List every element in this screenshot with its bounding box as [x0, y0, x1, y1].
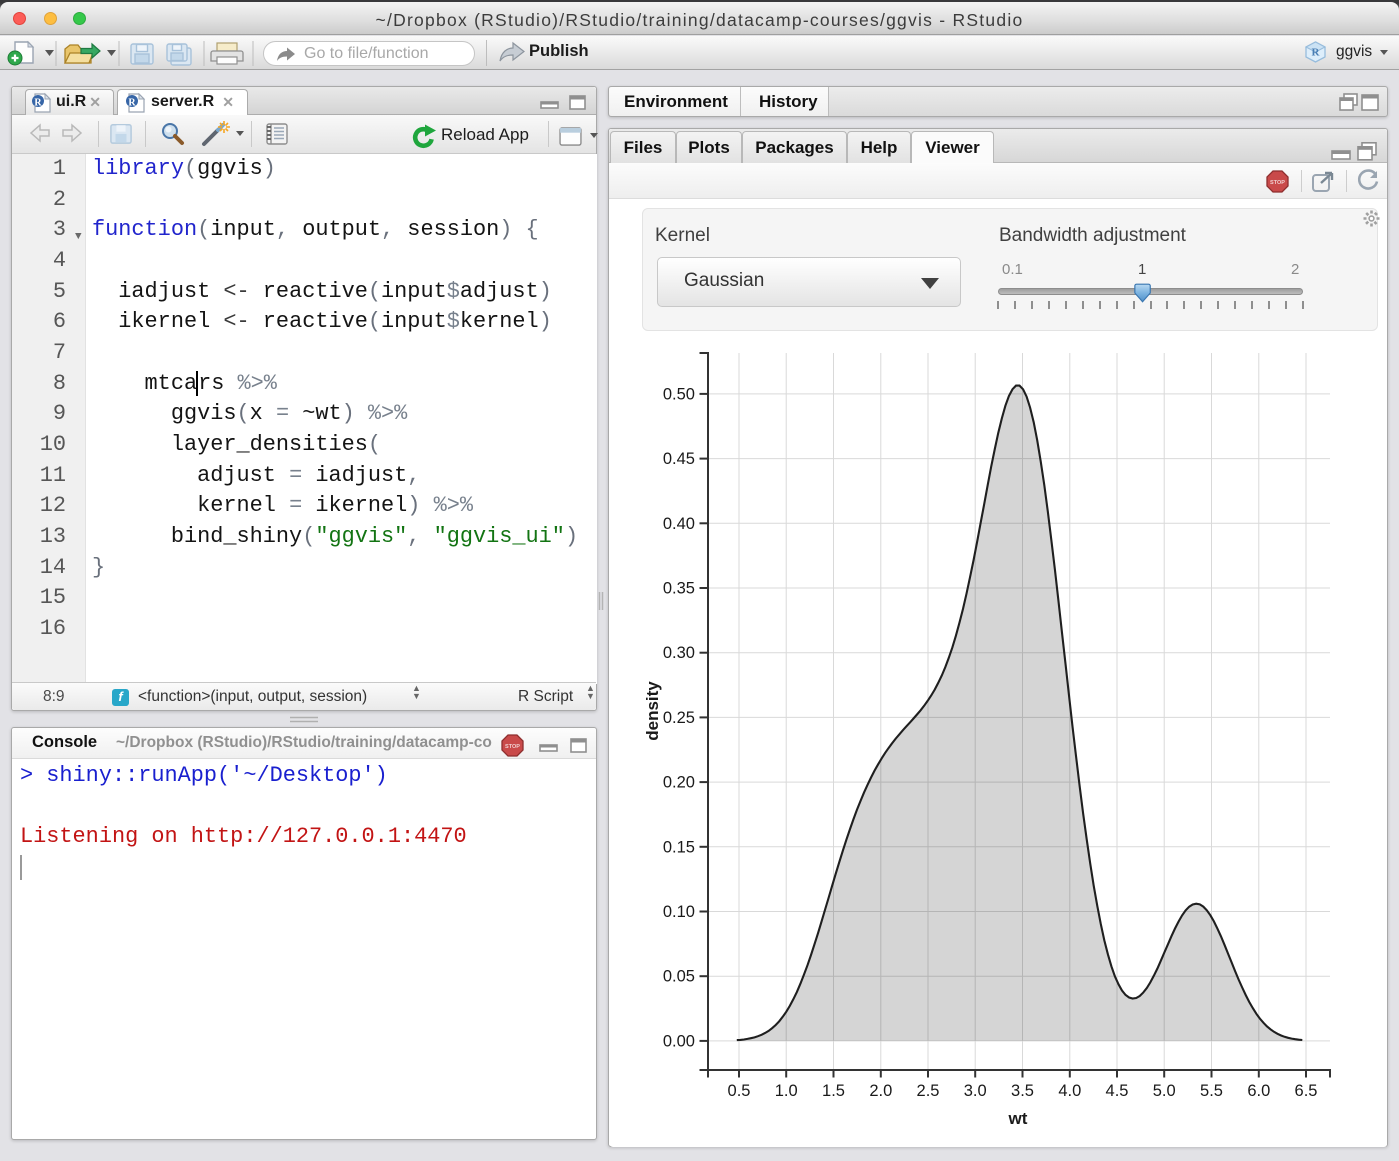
svg-text:R: R [34, 98, 42, 109]
svg-text:4.5: 4.5 [1106, 1082, 1129, 1100]
svg-text:0.5: 0.5 [728, 1082, 751, 1100]
svg-text:4.0: 4.0 [1058, 1082, 1081, 1100]
svg-text:wt: wt [1008, 1109, 1028, 1128]
svg-text:R: R [128, 98, 136, 109]
svg-text:3.5: 3.5 [1011, 1082, 1034, 1100]
svg-text:2.0: 2.0 [869, 1082, 892, 1100]
svg-text:3.0: 3.0 [964, 1082, 987, 1100]
svg-text:0.30: 0.30 [663, 644, 695, 662]
svg-text:0.45: 0.45 [663, 450, 695, 468]
svg-text:2.5: 2.5 [917, 1082, 940, 1100]
svg-text:0.10: 0.10 [663, 903, 695, 921]
svg-text:0.25: 0.25 [663, 709, 695, 727]
svg-text:0.00: 0.00 [663, 1032, 695, 1050]
svg-text:1.5: 1.5 [822, 1082, 845, 1100]
svg-text:R: R [1312, 47, 1321, 59]
svg-text:density: density [643, 681, 662, 741]
svg-text:6.5: 6.5 [1295, 1082, 1318, 1100]
svg-text:6.0: 6.0 [1247, 1082, 1270, 1100]
svg-text:0.05: 0.05 [663, 968, 695, 986]
svg-text:0.50: 0.50 [663, 385, 695, 403]
svg-text:0.35: 0.35 [663, 580, 695, 598]
svg-text:STOP: STOP [505, 744, 520, 750]
svg-text:0.20: 0.20 [663, 774, 695, 792]
svg-text:5.5: 5.5 [1200, 1082, 1223, 1100]
svg-text:0.15: 0.15 [663, 838, 695, 856]
svg-text:5.0: 5.0 [1153, 1082, 1176, 1100]
svg-text:STOP: STOP [1270, 180, 1285, 186]
svg-text:0.40: 0.40 [663, 515, 695, 533]
svg-text:1.0: 1.0 [775, 1082, 798, 1100]
